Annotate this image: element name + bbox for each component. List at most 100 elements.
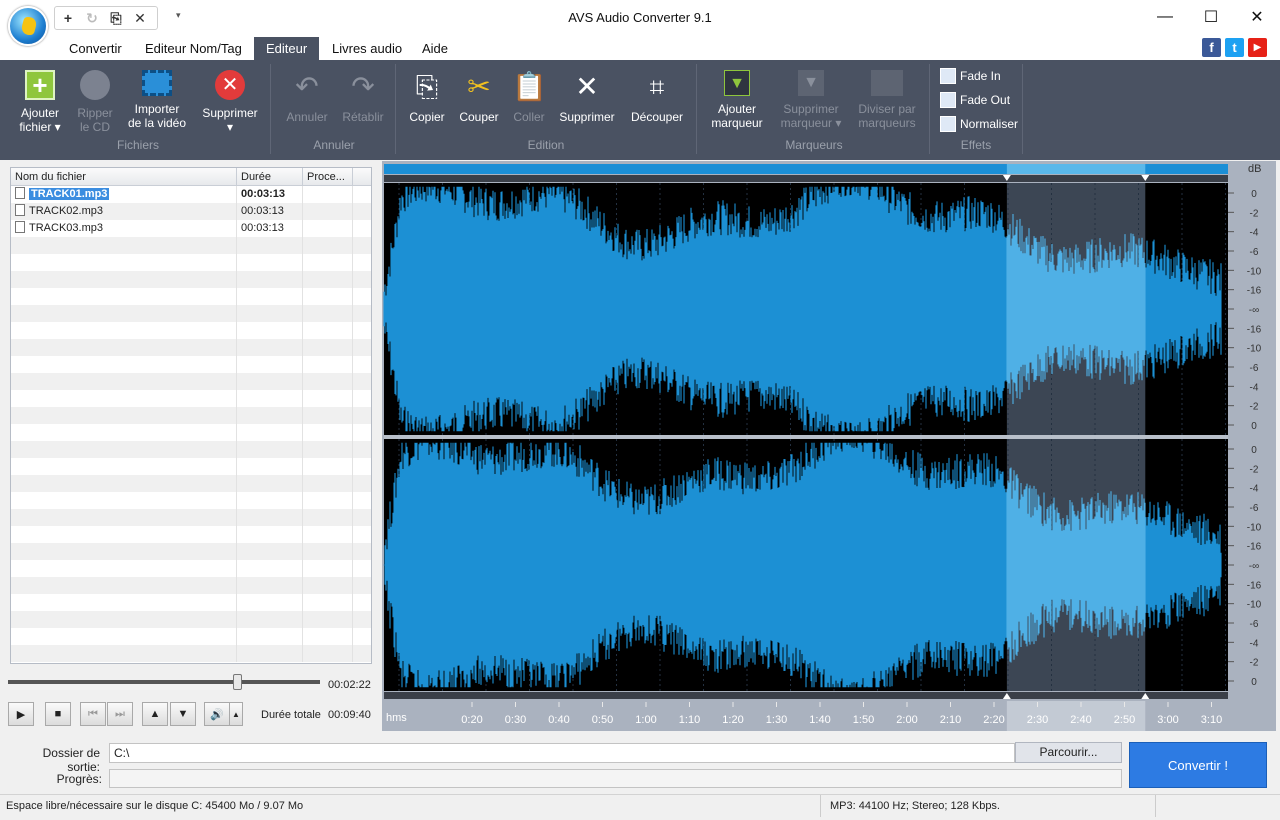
facebook-icon[interactable]: f bbox=[1202, 38, 1221, 57]
channel-separator bbox=[384, 435, 1228, 439]
time-tick-label: 1:50 bbox=[853, 714, 874, 726]
delete-label: Supprimer bbox=[559, 110, 615, 124]
table-row bbox=[11, 271, 371, 288]
add-file-icon: + bbox=[25, 70, 55, 100]
output-folder-field[interactable]: C:\ bbox=[109, 743, 1015, 763]
file-progress bbox=[303, 220, 353, 237]
import-video-label: Importer de la vidéo bbox=[127, 102, 187, 130]
table-row[interactable]: TRACK03.mp3 00:03:13 bbox=[11, 220, 371, 237]
column-filename[interactable]: Nom du fichier bbox=[11, 168, 237, 185]
tab-convertir[interactable]: Convertir bbox=[57, 37, 134, 60]
fade-in-icon bbox=[940, 68, 956, 84]
volume-arrow-button[interactable]: ▲ bbox=[229, 702, 243, 726]
split-icon bbox=[871, 70, 903, 96]
current-position: 00:02:22 bbox=[328, 679, 371, 691]
trim-button[interactable]: ⌗ Découper bbox=[620, 68, 694, 146]
db-tick-label: 0 bbox=[1251, 189, 1257, 200]
table-row[interactable]: TRACK02.mp3 00:03:13 bbox=[11, 203, 371, 220]
normalize-label: Normaliser bbox=[960, 117, 1019, 131]
normalize-button[interactable]: Normaliser bbox=[940, 115, 1018, 133]
next-button[interactable]: ⏭ bbox=[107, 702, 133, 726]
table-row bbox=[11, 339, 371, 356]
time-tick-label: 2:20 bbox=[983, 714, 1004, 726]
file-icon bbox=[15, 204, 25, 216]
normalize-icon bbox=[940, 116, 956, 132]
move-down-button[interactable]: ▼ bbox=[170, 702, 196, 726]
table-row bbox=[11, 509, 371, 526]
import-video-button[interactable]: Importer de la vidéo bbox=[120, 68, 194, 146]
column-progress[interactable]: Proce... bbox=[303, 168, 353, 185]
table-row bbox=[11, 458, 371, 475]
minimize-button[interactable]: — bbox=[1142, 0, 1188, 34]
volume-button[interactable]: 🔊 bbox=[204, 702, 230, 726]
file-list[interactable]: Nom du fichier Durée Proce... TRACK01.mp… bbox=[10, 167, 372, 664]
fade-out-button[interactable]: Fade Out bbox=[940, 91, 1010, 109]
db-tick-label: -10 bbox=[1247, 600, 1262, 611]
db-axis-label: dB bbox=[1248, 163, 1261, 175]
tab-aide[interactable]: Aide bbox=[410, 37, 460, 60]
close-button[interactable]: ✕ bbox=[1234, 0, 1280, 34]
seek-bar[interactable] bbox=[8, 680, 320, 684]
previous-button[interactable]: ⏮ bbox=[80, 702, 106, 726]
file-list-header: Nom du fichier Durée Proce... bbox=[11, 168, 371, 186]
file-icon bbox=[15, 221, 25, 233]
time-tick-label: 2:40 bbox=[1070, 714, 1091, 726]
column-duration[interactable]: Durée bbox=[237, 168, 303, 185]
seek-thumb[interactable] bbox=[233, 674, 243, 690]
redo-button[interactable]: ↷ Rétablir bbox=[326, 68, 400, 146]
copy-icon: ⎘ bbox=[415, 71, 439, 102]
db-tick-label: -10 bbox=[1247, 344, 1262, 355]
tab-livres-audio[interactable]: Livres audio bbox=[320, 37, 414, 60]
time-tick-label: 3:10 bbox=[1201, 714, 1222, 726]
add-file-label: Ajouter fichier ▾ bbox=[19, 106, 61, 134]
db-tick-label: -4 bbox=[1250, 228, 1259, 239]
time-tick-label: 2:00 bbox=[896, 714, 917, 726]
table-row bbox=[11, 611, 371, 628]
waveform-svg[interactable]: 0 -2 -4 -6 -10 -16 -∞ -16 -10 -6 -4 -2 0 0 -2 -4 -6 -10 -1… bbox=[382, 161, 1276, 731]
marker-strip-bottom bbox=[384, 692, 1228, 699]
waveform-editor[interactable]: 0 -2 -4 -6 -10 -16 -∞ -16 -10 -6 -4 -2 0 0 -2 -4 -6 -10 -1… bbox=[382, 161, 1276, 731]
trim-label: Découper bbox=[630, 110, 684, 124]
browse-button[interactable]: Parcourir... bbox=[1015, 742, 1122, 763]
app-logo-icon[interactable] bbox=[8, 6, 48, 46]
clipboard-icon: 📋 bbox=[512, 71, 547, 102]
group-annuler: Annuler bbox=[313, 138, 355, 152]
marker-strip-top bbox=[384, 175, 1228, 182]
convert-button[interactable]: Convertir ! bbox=[1129, 742, 1267, 788]
delete-button[interactable]: ✕ Supprimer bbox=[550, 68, 624, 146]
db-tick-label: -2 bbox=[1250, 208, 1259, 219]
redo-label: Rétablir bbox=[342, 110, 384, 124]
stop-button[interactable]: ■ bbox=[45, 702, 71, 726]
time-tick-label: 1:00 bbox=[635, 714, 656, 726]
split-markers-button[interactable]: Diviser par marqueurs bbox=[850, 68, 924, 146]
db-tick-label: -∞ bbox=[1249, 561, 1259, 572]
maximize-button[interactable]: ☐ bbox=[1188, 0, 1234, 34]
add-marker-button[interactable]: ▼ Ajouter marqueur bbox=[700, 68, 774, 146]
db-tick-label: -6 bbox=[1250, 619, 1259, 630]
youtube-icon[interactable]: ▶ bbox=[1248, 38, 1267, 57]
table-row bbox=[11, 492, 371, 509]
table-row bbox=[11, 526, 371, 543]
remove-marker-button[interactable]: ▼ Supprimer marqueur ▾ bbox=[774, 68, 848, 146]
tab-editeur-tag[interactable]: Editeur Nom/Tag bbox=[133, 37, 254, 60]
table-row[interactable]: TRACK01.mp3 00:03:13 bbox=[11, 186, 371, 203]
add-marker-icon: ▼ bbox=[724, 70, 750, 96]
db-tick-label: 0 bbox=[1251, 677, 1257, 688]
move-up-button[interactable]: ▲ bbox=[142, 702, 168, 726]
time-tick-label: 0:30 bbox=[505, 714, 526, 726]
remove-file-button[interactable]: ✕ Supprimer ▾ bbox=[193, 68, 267, 146]
tab-editeur[interactable]: Editeur bbox=[254, 37, 320, 60]
fade-in-button[interactable]: Fade In bbox=[940, 67, 1001, 85]
title-bar: + ↻ ⎘ ✕ ▾ AVS Audio Converter 9.1 — ☐ ✕ bbox=[0, 0, 1280, 36]
group-marqueurs: Marqueurs bbox=[785, 138, 843, 152]
db-tick-label: -4 bbox=[1250, 484, 1259, 495]
table-row bbox=[11, 543, 371, 560]
play-button[interactable]: ▶ bbox=[8, 702, 34, 726]
twitter-icon[interactable]: t bbox=[1225, 38, 1244, 57]
undo-label: Annuler bbox=[286, 110, 328, 124]
fade-out-label: Fade Out bbox=[960, 93, 1011, 107]
file-list-body: TRACK01.mp3 00:03:13 TRACK02.mp3 00:03:13 TR… bbox=[11, 186, 371, 662]
total-duration: 00:09:40 bbox=[328, 709, 371, 721]
file-progress bbox=[303, 186, 353, 203]
group-edition: Edition bbox=[527, 138, 565, 152]
